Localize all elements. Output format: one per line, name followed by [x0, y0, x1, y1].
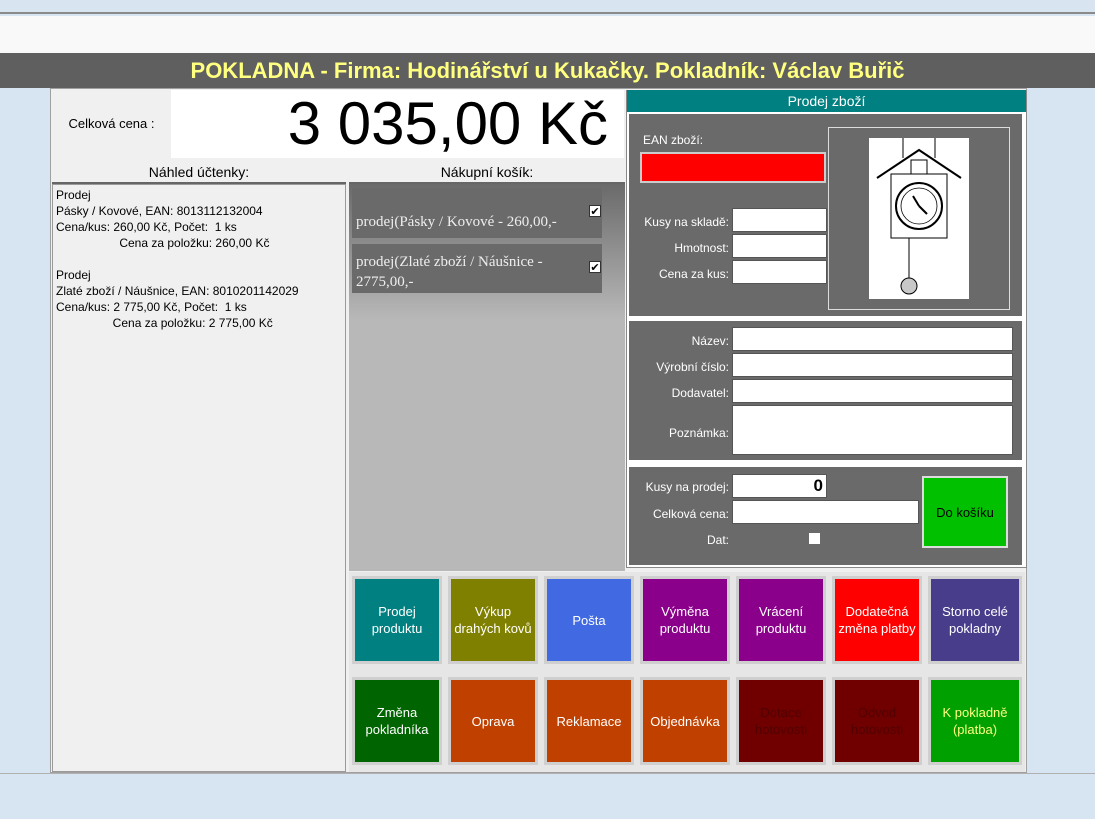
- action-button-1[interactable]: Prodej produktu: [352, 576, 442, 664]
- action-button-label: Odvod hotovosti: [850, 705, 904, 737]
- action-button-7[interactable]: K pokladně (platba): [928, 677, 1022, 765]
- action-button-6[interactable]: Dodatečná změna platby: [832, 576, 922, 664]
- action-button-label: Dodatečná změna platby: [838, 604, 916, 636]
- action-button-5[interactable]: Dotace hotovosti: [736, 677, 826, 765]
- cart-item-label: prodej(Pásky / Kovové - 260,00,-: [356, 214, 557, 230]
- sale-panel-header: Prodej zboží: [627, 90, 1026, 112]
- action-button-label: Pošta: [572, 612, 606, 628]
- qty-label: Kusy na prodej:: [645, 480, 729, 494]
- line-total-field[interactable]: [732, 500, 919, 524]
- action-button-label: Storno celé pokladny: [942, 604, 1008, 636]
- cart-list[interactable]: [349, 184, 625, 571]
- action-button-label: Dotace hotovosti: [754, 705, 808, 737]
- cart-item-checkbox[interactable]: ✔: [589, 261, 601, 273]
- receipt-header: Náhled účtenky:: [52, 162, 346, 184]
- action-button-3[interactable]: Pošta: [544, 576, 634, 664]
- action-button-label: Reklamace: [556, 713, 622, 729]
- window-top-strip: [0, 0, 1095, 14]
- action-button-4[interactable]: Objednávka: [640, 677, 730, 765]
- weight-field[interactable]: [732, 234, 827, 258]
- cart-item-label: prodej(Zlaté zboží / Náušnice - 2775,00,…: [356, 254, 543, 290]
- unit-price-field[interactable]: [732, 260, 827, 284]
- supplier-label: Dodavatel:: [671, 386, 729, 400]
- add-to-cart-button[interactable]: Do košíku: [922, 476, 1008, 548]
- cuckoo-clock-icon: [869, 138, 969, 299]
- action-button-label: Oprava: [471, 713, 515, 729]
- ean-label: EAN zboží:: [643, 133, 704, 147]
- action-button-label: Prodej produktu: [371, 604, 423, 636]
- cart-header: Nákupní košík:: [349, 162, 625, 184]
- cart-item[interactable]: prodej(Zlaté zboží / Náušnice - 2775,00,…: [352, 244, 602, 293]
- action-button-5[interactable]: Vrácení produktu: [736, 576, 826, 664]
- total-price-label: Celková cena :: [54, 92, 169, 156]
- action-button-label: Výměna produktu: [659, 604, 711, 636]
- action-button-6[interactable]: Odvod hotovosti: [832, 677, 922, 765]
- action-button-4[interactable]: Výměna produktu: [640, 576, 730, 664]
- status-bar: [0, 773, 1095, 819]
- action-button-7[interactable]: Storno celé pokladny: [928, 576, 1022, 664]
- note-label: Poznámka:: [668, 426, 729, 440]
- action-button-label: Výkup drahých kovů: [454, 604, 532, 636]
- action-button-3[interactable]: Reklamace: [544, 677, 634, 765]
- stock-field[interactable]: [732, 208, 827, 232]
- action-button-2[interactable]: Výkup drahých kovů: [448, 576, 538, 664]
- stock-label: Kusy na skladě:: [644, 215, 729, 229]
- gift-label: Dat:: [706, 533, 729, 547]
- line-total-label: Celková cena:: [652, 507, 729, 521]
- action-button-label: K pokladně (platba): [942, 705, 1008, 737]
- action-button-label: Změna pokladníka: [365, 705, 429, 737]
- total-price-value: 3 035,00 Kč: [171, 90, 624, 158]
- unit-price-label: Cena za kus:: [658, 267, 729, 281]
- action-button-1[interactable]: Změna pokladníka: [352, 677, 442, 765]
- note-field[interactable]: [732, 405, 1013, 455]
- name-label: Název:: [691, 334, 729, 348]
- qty-input[interactable]: 0: [732, 474, 827, 498]
- name-field[interactable]: [732, 327, 1013, 351]
- gift-checkbox[interactable]: [809, 533, 820, 544]
- app-title: POKLADNA - Firma: Hodinářství u Kukačky.…: [0, 53, 1095, 88]
- cart-item-checkbox[interactable]: ✔: [589, 205, 601, 217]
- toolbar: [0, 16, 1095, 53]
- ean-input[interactable]: [640, 152, 826, 183]
- action-button-2[interactable]: Oprava: [448, 677, 538, 765]
- weight-label: Hmotnost:: [674, 241, 729, 255]
- receipt-preview[interactable]: Prodej Pásky / Kovové, EAN: 801311213200…: [52, 184, 346, 772]
- action-button-label: Vrácení produktu: [755, 604, 807, 636]
- action-button-label: Objednávka: [650, 713, 720, 729]
- serial-field[interactable]: [732, 353, 1013, 377]
- supplier-field[interactable]: [732, 379, 1013, 403]
- serial-label: Výrobní číslo:: [656, 360, 729, 374]
- cart-item[interactable]: prodej(Pásky / Kovové - 260,00,-: [352, 188, 602, 238]
